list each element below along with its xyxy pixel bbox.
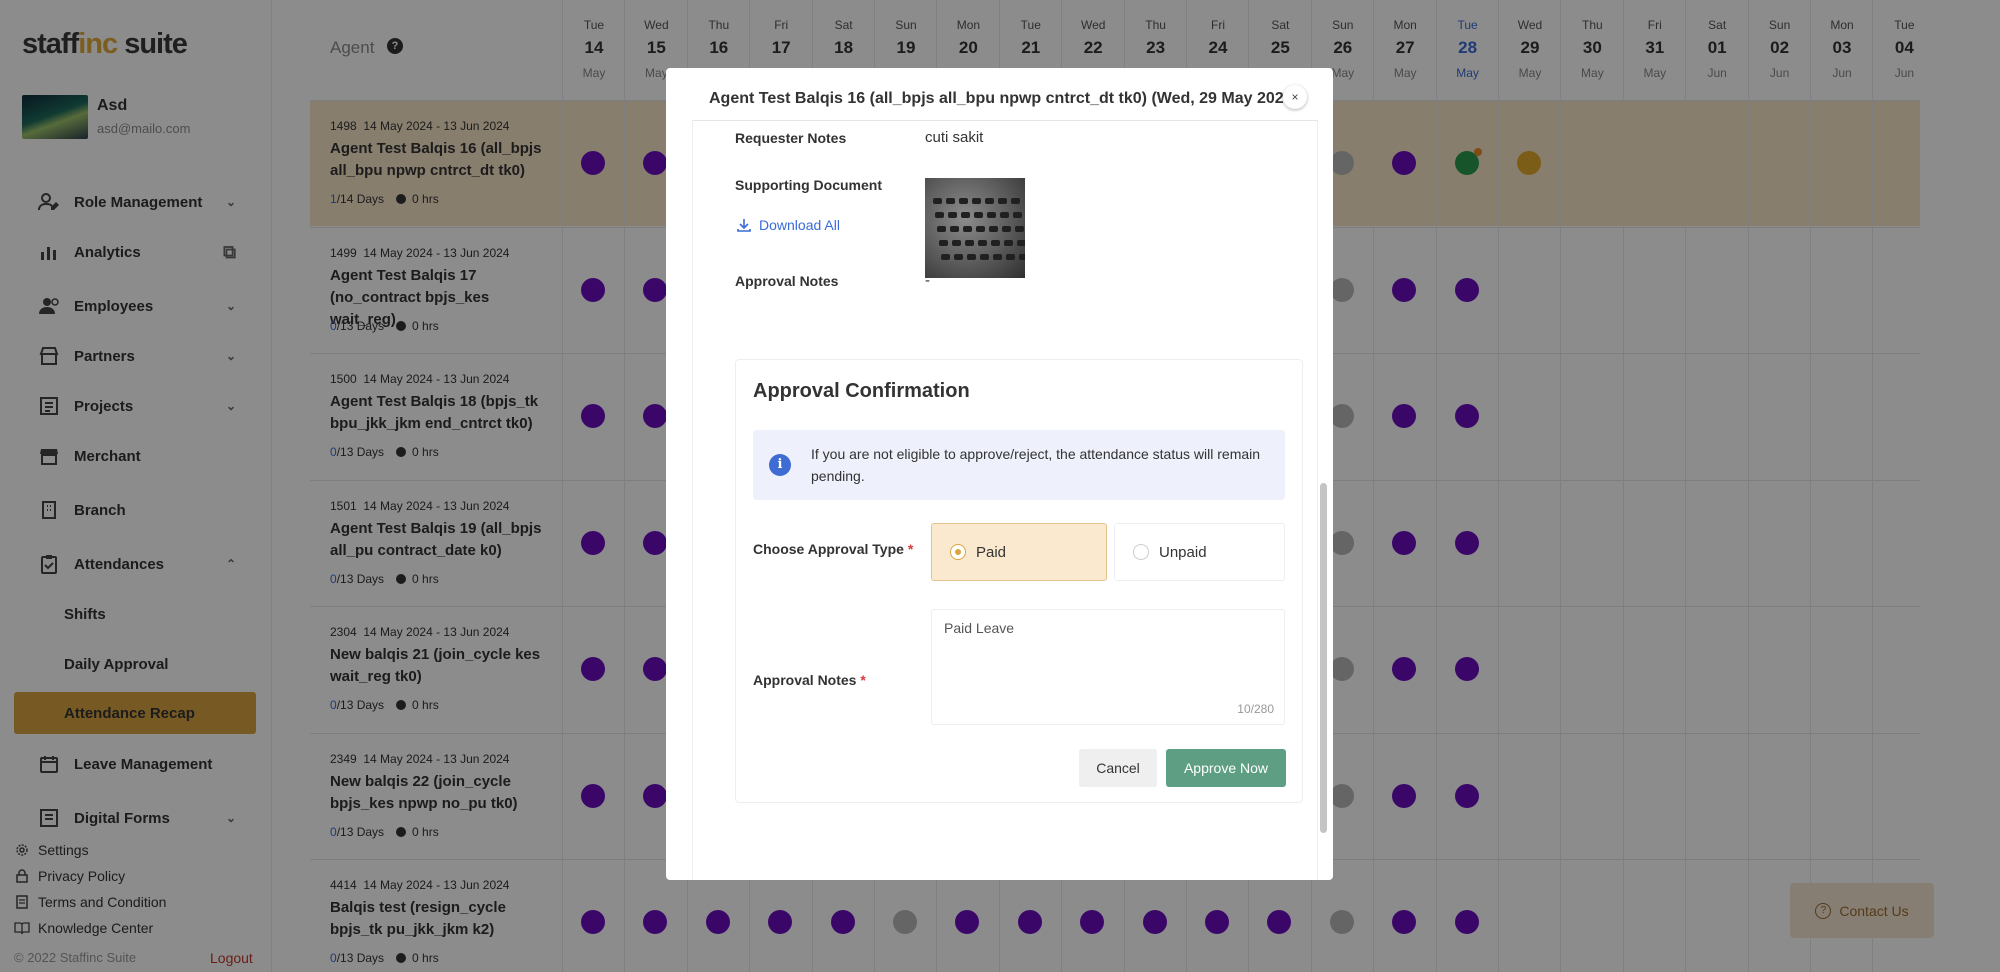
approval-confirmation-card: Approval Confirmation i If you are not e…	[735, 359, 1303, 803]
supporting-document-thumbnail[interactable]	[925, 178, 1025, 278]
download-all-link[interactable]: Download All	[736, 217, 840, 233]
info-text: If you are not eligible to approve/rejec…	[811, 446, 1261, 484]
supporting-document-label: Supporting Document	[735, 177, 882, 193]
close-button[interactable]: ×	[1283, 85, 1307, 109]
info-banner: i If you are not eligible to approve/rej…	[753, 430, 1285, 500]
keyboard-key	[974, 212, 983, 218]
keyboard-key	[1019, 254, 1025, 260]
keyboard-key	[948, 212, 957, 218]
keyboard-key	[1004, 240, 1013, 246]
cancel-button[interactable]: Cancel	[1079, 749, 1157, 787]
keyboard-key	[1011, 198, 1020, 204]
keyboard-key	[950, 226, 959, 232]
modal-body: Requester Notes cuti sakit Supporting Do…	[692, 120, 1318, 880]
keyboard-key	[993, 254, 1002, 260]
keyboard-key	[998, 198, 1007, 204]
keyboard-key	[1015, 226, 1024, 232]
keyboard-key	[1017, 240, 1025, 246]
approval-type-label: Choose Approval Type *	[753, 541, 914, 557]
keyboard-key	[1006, 254, 1015, 260]
keyboard-key	[1013, 212, 1022, 218]
keyboard-key	[972, 198, 981, 204]
keyboard-key	[1002, 226, 1011, 232]
approval-notes-label: Approval Notes	[735, 273, 839, 289]
keyboard-key	[961, 212, 970, 218]
modal-title: Agent Test Balqis 16 (all_bpjs all_bpu n…	[709, 90, 1298, 107]
requester-notes-value: cuti sakit	[925, 129, 984, 146]
keyboard-key	[935, 212, 944, 218]
approval-modal: Agent Test Balqis 16 (all_bpjs all_bpu n…	[666, 68, 1333, 880]
keyboard-key	[963, 226, 972, 232]
keyboard-key	[933, 198, 942, 204]
keyboard-key	[991, 240, 1000, 246]
keyboard-key	[946, 198, 955, 204]
keyboard-key	[967, 254, 976, 260]
approval-notes-textarea[interactable]: Paid Leave 10/280	[931, 609, 1285, 725]
keyboard-key	[976, 226, 985, 232]
keyboard-key	[987, 212, 996, 218]
keyboard-key	[937, 226, 946, 232]
approve-now-button[interactable]: Approve Now	[1166, 749, 1286, 787]
keyboard-key	[952, 240, 961, 246]
download-icon	[736, 217, 752, 233]
keyboard-key	[989, 226, 998, 232]
approval-notes-value: -	[925, 272, 930, 289]
info-icon: i	[769, 454, 791, 476]
keyboard-key	[1000, 212, 1009, 218]
character-count: 10/280	[1237, 702, 1274, 716]
approval-notes-input-label: Approval Notes *	[753, 672, 866, 688]
radio-unselected-icon	[1133, 544, 1149, 560]
keyboard-key	[939, 240, 948, 246]
keyboard-key	[959, 198, 968, 204]
radio-selected-icon	[950, 544, 966, 560]
keyboard-key	[965, 240, 974, 246]
keyboard-key	[985, 198, 994, 204]
keyboard-key	[954, 254, 963, 260]
approval-type-unpaid[interactable]: Unpaid	[1114, 523, 1285, 581]
keyboard-key	[978, 240, 987, 246]
approval-confirmation-title: Approval Confirmation	[753, 380, 970, 402]
requester-notes-label: Requester Notes	[735, 130, 847, 146]
modal-scrollbar[interactable]	[1320, 483, 1327, 833]
keyboard-key	[980, 254, 989, 260]
keyboard-key	[941, 254, 950, 260]
approval-type-paid[interactable]: Paid	[931, 523, 1107, 581]
